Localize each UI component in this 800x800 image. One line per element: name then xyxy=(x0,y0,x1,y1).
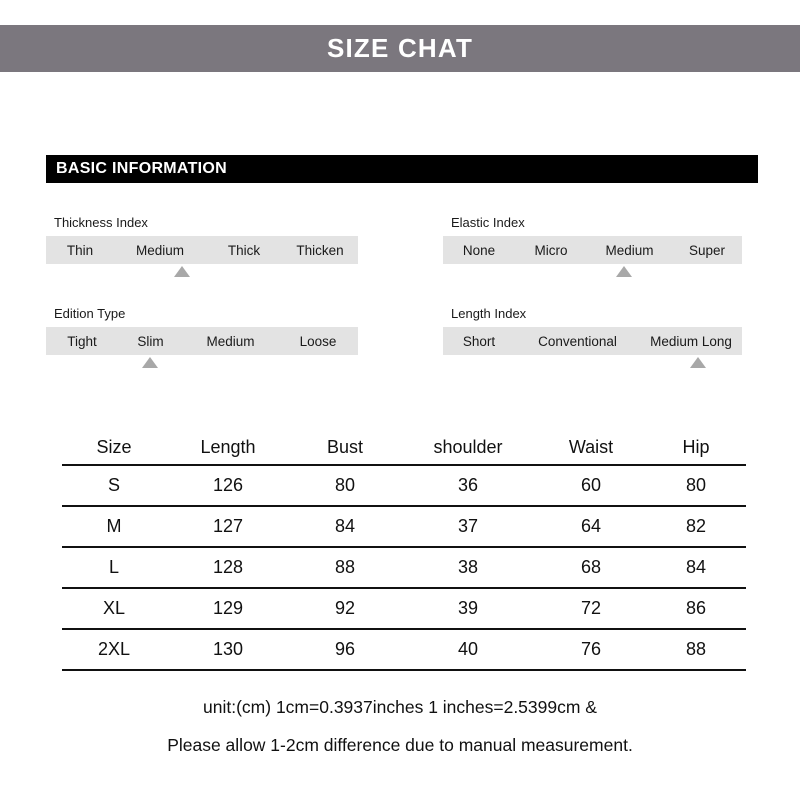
cell-waist: 76 xyxy=(536,629,646,671)
index-marker-row-thickness xyxy=(46,264,358,280)
table-body: S 126 80 36 60 80 M 127 84 37 64 82 L 12… xyxy=(62,465,746,671)
column-header-bust: Bust xyxy=(290,430,400,466)
index-option-medium-long[interactable]: Medium Long xyxy=(640,334,742,349)
column-header-size: Size xyxy=(62,430,166,466)
table-row: S 126 80 36 60 80 xyxy=(62,465,746,507)
index-scale-thickness: Thin Medium Thick Thicken xyxy=(46,236,358,264)
index-scale-edition-type: Tight Slim Medium Loose xyxy=(46,327,358,355)
index-title-elastic: Elastic Index xyxy=(451,215,525,230)
cell-size: 2XL xyxy=(62,629,166,671)
cell-size: M xyxy=(62,506,166,548)
cell-shoulder: 36 xyxy=(400,465,536,507)
index-option-short[interactable]: Short xyxy=(443,334,515,349)
page-title: SIZE CHAT xyxy=(326,33,474,63)
cell-waist: 64 xyxy=(536,506,646,548)
table-row: M 127 84 37 64 82 xyxy=(62,506,746,548)
table-head: Size Length Bust shoulder Waist Hip xyxy=(62,430,746,466)
index-marker-row-elastic xyxy=(443,264,742,280)
page-header-banner: SIZE CHAT xyxy=(0,25,800,72)
section-title: BASIC INFORMATION xyxy=(56,160,228,177)
index-option-thin[interactable]: Thin xyxy=(46,243,114,258)
cell-bust: 80 xyxy=(290,465,400,507)
cell-length: 128 xyxy=(166,547,290,589)
index-option-medium[interactable]: Medium xyxy=(114,243,206,258)
measurement-notes: unit:(cm) 1cm=0.3937inches 1 inches=2.53… xyxy=(0,688,800,764)
cell-hip: 88 xyxy=(646,629,746,671)
cell-waist: 60 xyxy=(536,465,646,507)
cell-size: L xyxy=(62,547,166,589)
index-option-thick[interactable]: Thick xyxy=(206,243,282,258)
index-marker-row-length xyxy=(443,355,742,371)
note-unit-conversion: unit:(cm) 1cm=0.3937inches 1 inches=2.53… xyxy=(203,697,597,717)
triangle-marker-icon xyxy=(616,266,632,277)
cell-bust: 84 xyxy=(290,506,400,548)
table-row: 2XL 130 96 40 76 88 xyxy=(62,629,746,671)
section-header-basic-information: BASIC INFORMATION xyxy=(46,155,758,183)
column-header-length: Length xyxy=(166,430,290,466)
index-option-tight[interactable]: Tight xyxy=(46,334,118,349)
column-header-hip: Hip xyxy=(646,430,746,466)
index-option-thicken[interactable]: Thicken xyxy=(282,243,358,258)
cell-shoulder: 37 xyxy=(400,506,536,548)
index-marker-row-edition-type xyxy=(46,355,358,371)
cell-shoulder: 38 xyxy=(400,547,536,589)
triangle-marker-icon xyxy=(142,357,158,368)
size-measurements-table: Size Length Bust shoulder Waist Hip S 12… xyxy=(62,430,746,671)
cell-length: 130 xyxy=(166,629,290,671)
index-option-medium[interactable]: Medium xyxy=(183,334,278,349)
index-scale-elastic: None Micro Medium Super xyxy=(443,236,742,264)
cell-bust: 96 xyxy=(290,629,400,671)
note-tolerance: Please allow 1-2cm difference due to man… xyxy=(167,735,633,755)
cell-size: XL xyxy=(62,588,166,630)
triangle-marker-icon xyxy=(174,266,190,277)
table-header-row: Size Length Bust shoulder Waist Hip xyxy=(62,430,746,466)
index-option-slim[interactable]: Slim xyxy=(118,334,183,349)
cell-length: 126 xyxy=(166,465,290,507)
index-title-edition-type: Edition Type xyxy=(54,306,126,321)
cell-shoulder: 39 xyxy=(400,588,536,630)
cell-hip: 84 xyxy=(646,547,746,589)
index-option-none[interactable]: None xyxy=(443,243,515,258)
index-block-length: Length Index Short Conventional Medium L… xyxy=(443,306,742,371)
index-block-edition-type: Edition Type Tight Slim Medium Loose xyxy=(46,306,358,371)
index-option-micro[interactable]: Micro xyxy=(515,243,587,258)
index-title-thickness: Thickness Index xyxy=(54,215,148,230)
cell-hip: 82 xyxy=(646,506,746,548)
cell-hip: 80 xyxy=(646,465,746,507)
table-row: L 128 88 38 68 84 xyxy=(62,547,746,589)
column-header-waist: Waist xyxy=(536,430,646,466)
index-block-thickness: Thickness Index Thin Medium Thick Thicke… xyxy=(46,215,358,280)
index-block-elastic: Elastic Index None Micro Medium Super xyxy=(443,215,742,280)
cell-bust: 92 xyxy=(290,588,400,630)
cell-shoulder: 40 xyxy=(400,629,536,671)
index-option-medium[interactable]: Medium xyxy=(587,243,672,258)
cell-waist: 68 xyxy=(536,547,646,589)
cell-bust: 88 xyxy=(290,547,400,589)
index-scale-length: Short Conventional Medium Long xyxy=(443,327,742,355)
index-option-loose[interactable]: Loose xyxy=(278,334,358,349)
column-header-shoulder: shoulder xyxy=(400,430,536,466)
cell-waist: 72 xyxy=(536,588,646,630)
cell-hip: 86 xyxy=(646,588,746,630)
triangle-marker-icon xyxy=(690,357,706,368)
index-option-conventional[interactable]: Conventional xyxy=(515,334,640,349)
table-row: XL 129 92 39 72 86 xyxy=(62,588,746,630)
cell-length: 129 xyxy=(166,588,290,630)
index-title-length: Length Index xyxy=(451,306,527,321)
index-option-super[interactable]: Super xyxy=(672,243,742,258)
cell-size: S xyxy=(62,465,166,507)
cell-length: 127 xyxy=(166,506,290,548)
